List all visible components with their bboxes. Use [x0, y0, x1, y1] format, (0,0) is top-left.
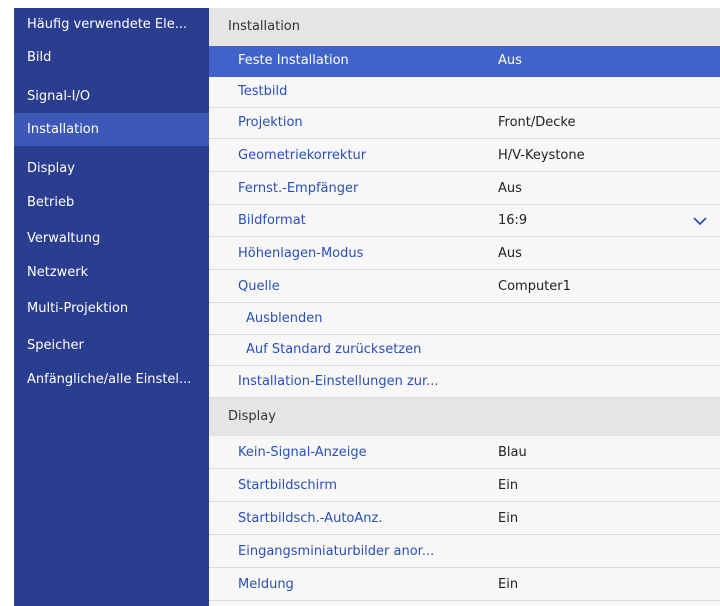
- row-label: Geometriekorrektur: [238, 148, 367, 163]
- row-value: Computer1: [498, 279, 571, 294]
- menu-row-eingangsminiaturbilder[interactable]: Eingangsminiaturbilder anor...: [209, 537, 720, 568]
- section-header-display: Display: [209, 398, 720, 436]
- row-label: Eingangsminiaturbilder anor...: [238, 544, 435, 559]
- sidebar: Häufig verwendete Ele... Bild Signal-I/O…: [14, 8, 209, 606]
- row-value: Ein: [498, 577, 519, 592]
- row-label: Fernst.-Empfänger: [238, 181, 359, 196]
- row-label: Feste Installation: [238, 53, 349, 68]
- row-label: Ausblenden: [246, 311, 323, 326]
- menu-row-hoehenlagen-modus[interactable]: Höhenlagen-Modus Aus: [209, 239, 720, 270]
- menu-row-quelle[interactable]: Quelle Computer1: [209, 272, 720, 303]
- sidebar-item-netzwerk[interactable]: Netzwerk: [14, 256, 209, 289]
- row-value: Aus: [498, 181, 522, 196]
- sidebar-item-display[interactable]: Display: [14, 152, 209, 185]
- row-value: Aus: [498, 53, 522, 68]
- row-label: Startbildsch.-AutoAnz.: [238, 511, 383, 526]
- menu-row-fernst-empfaenger[interactable]: Fernst.-Empfänger Aus: [209, 174, 720, 205]
- section-header-installation: Installation: [209, 8, 720, 46]
- row-label: Quelle: [238, 279, 280, 294]
- menu-row-startbildsch-autoanz[interactable]: Startbildsch.-AutoAnz. Ein: [209, 504, 720, 535]
- sidebar-item-haeufig-verwendete[interactable]: Häufig verwendete Ele...: [14, 8, 209, 41]
- settings-panel: Installation Feste Installation Aus Test…: [209, 8, 720, 606]
- row-value: Front/Decke: [498, 115, 576, 130]
- row-value: Aus: [498, 246, 522, 261]
- projector-menu-screen: Häufig verwendete Ele... Bild Signal-I/O…: [0, 0, 720, 606]
- row-value: 16:9: [498, 213, 528, 228]
- row-value: Ein: [498, 511, 519, 526]
- menu-row-testbild[interactable]: Testbild: [209, 77, 720, 108]
- row-label: Installation-Einstellungen zur...: [238, 374, 439, 389]
- row-label: Meldung: [238, 577, 294, 592]
- row-value: H/V-Keystone: [498, 148, 585, 163]
- row-label: Startbildschirm: [238, 478, 338, 493]
- row-label: Testbild: [238, 84, 288, 99]
- sidebar-item-installation[interactable]: Installation: [14, 113, 209, 146]
- menu-row-feste-installation[interactable]: Feste Installation Aus: [209, 46, 720, 77]
- sidebar-item-bild[interactable]: Bild: [14, 41, 209, 74]
- row-label: Projektion: [238, 115, 303, 130]
- menu-row-ausblenden[interactable]: Ausblenden: [209, 304, 720, 335]
- menu-row-installation-einstellungen[interactable]: Installation-Einstellungen zur...: [209, 367, 720, 398]
- menu-row-bildformat[interactable]: Bildformat 16:9: [209, 206, 720, 237]
- menu-row-kein-signal-anzeige[interactable]: Kein-Signal-Anzeige Blau: [209, 438, 720, 469]
- sidebar-item-signal-io[interactable]: Signal-I/O: [14, 80, 209, 113]
- chevron-down-icon[interactable]: [693, 215, 707, 227]
- row-label: Auf Standard zurücksetzen: [246, 342, 422, 357]
- menu-row-geometriekorrektur[interactable]: Geometriekorrektur H/V-Keystone: [209, 141, 720, 172]
- sidebar-item-betrieb[interactable]: Betrieb: [14, 186, 209, 219]
- sidebar-item-multi-projektion[interactable]: Multi-Projektion: [14, 292, 209, 325]
- menu-row-projektion[interactable]: Projektion Front/Decke: [209, 108, 720, 139]
- row-label: Höhenlagen-Modus: [238, 246, 364, 261]
- menu-row-startbildschirm[interactable]: Startbildschirm Ein: [209, 471, 720, 502]
- sidebar-item-speicher[interactable]: Speicher: [14, 329, 209, 362]
- row-label: Kein-Signal-Anzeige: [238, 445, 367, 460]
- menu-row-auf-standard-zuruecksetzen[interactable]: Auf Standard zurücksetzen: [209, 335, 720, 366]
- row-value: Blau: [498, 445, 527, 460]
- sidebar-item-verwaltung[interactable]: Verwaltung: [14, 222, 209, 255]
- row-value: Ein: [498, 478, 519, 493]
- sidebar-item-anfaengliche-alle-einstel[interactable]: Anfängliche/alle Einstel...: [14, 363, 209, 396]
- row-label: Bildformat: [238, 213, 306, 228]
- menu-row-meldung[interactable]: Meldung Ein: [209, 570, 720, 601]
